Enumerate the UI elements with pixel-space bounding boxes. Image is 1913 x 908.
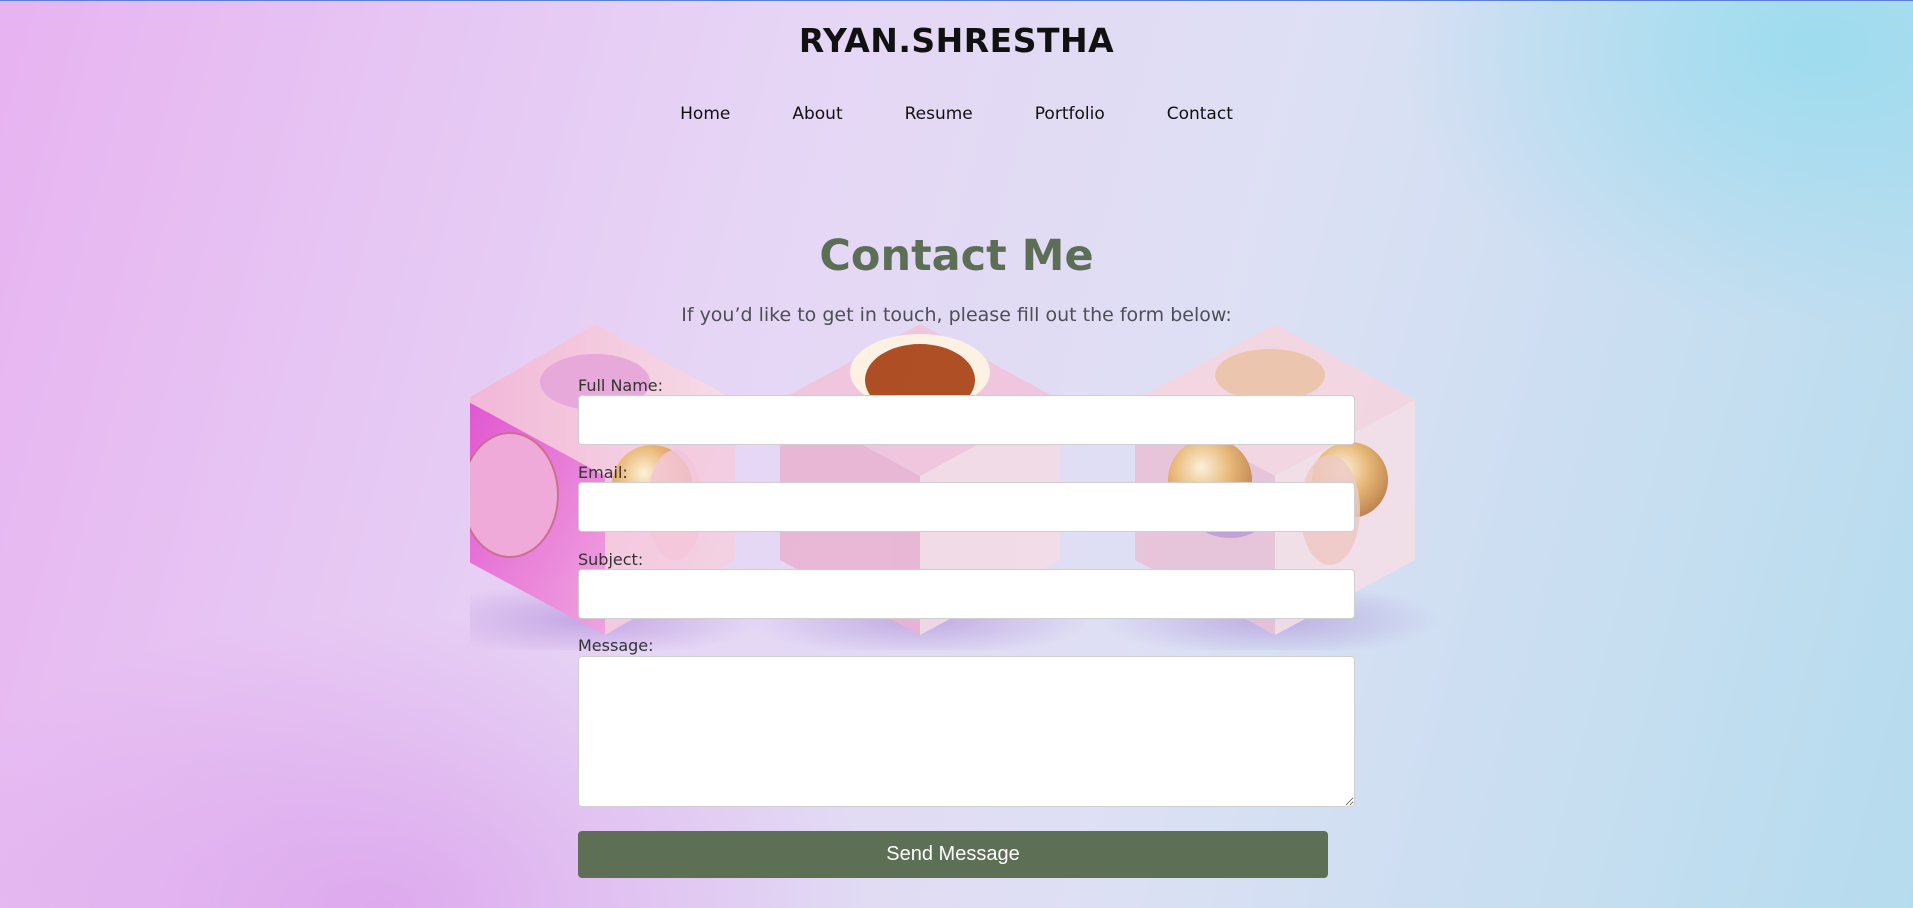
email-label: Email: xyxy=(578,463,628,482)
site-title[interactable]: RYAN.SHRESTHA xyxy=(0,21,1913,60)
nav-item-resume[interactable]: Resume xyxy=(905,104,973,124)
full-name-label: Full Name: xyxy=(578,376,664,395)
nav-item-portfolio[interactable]: Portfolio xyxy=(1035,104,1105,124)
full-name-input[interactable] xyxy=(578,395,1355,445)
email-input[interactable] xyxy=(578,482,1355,532)
nav-item-contact[interactable]: Contact xyxy=(1167,104,1233,124)
main-nav: Home About Resume Portfolio Contact xyxy=(0,104,1913,124)
message-textarea[interactable] xyxy=(578,656,1355,807)
intro-text: If you’d like to get in touch, please fi… xyxy=(681,304,1232,326)
message-label: Message: xyxy=(578,636,654,655)
nav-item-home[interactable]: Home xyxy=(680,104,730,124)
nav-item-about[interactable]: About xyxy=(792,104,842,124)
top-border-line xyxy=(0,0,1913,1)
subject-label: Subject: xyxy=(578,550,644,569)
page-title: Contact Me xyxy=(819,231,1094,281)
subject-input[interactable] xyxy=(578,569,1355,619)
send-message-button[interactable]: Send Message xyxy=(578,831,1328,878)
